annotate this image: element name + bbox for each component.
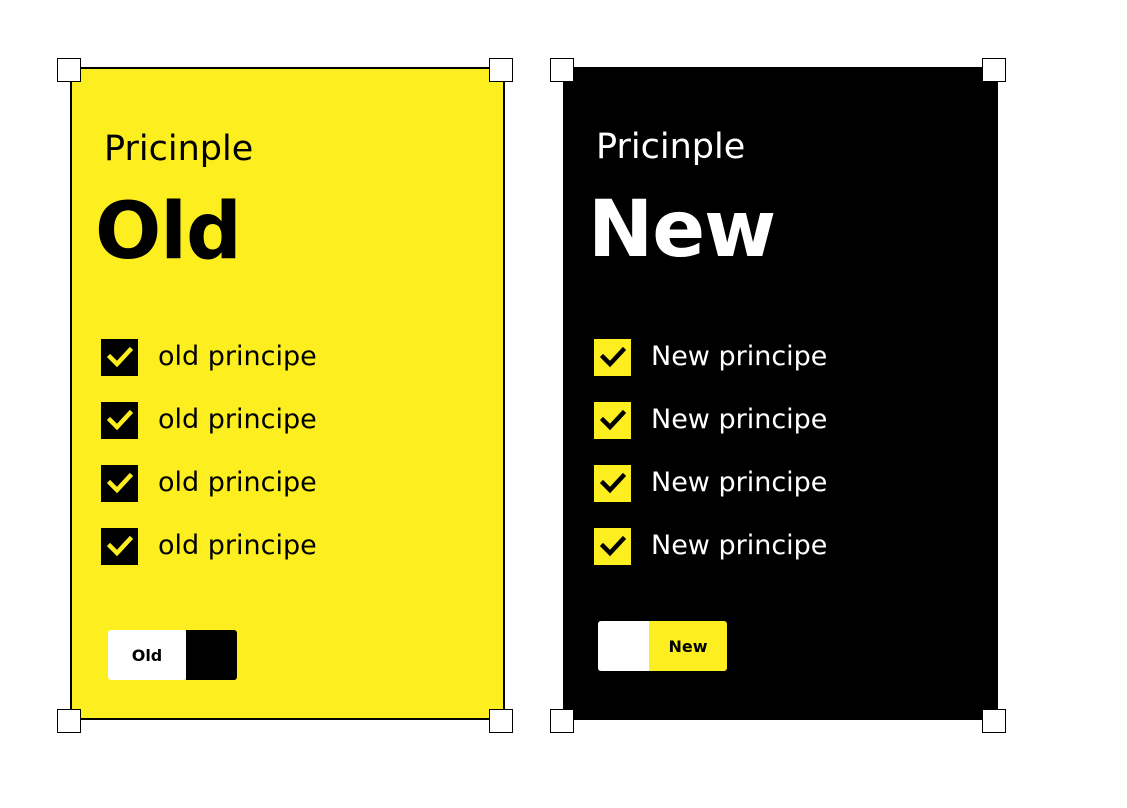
- list-item-text: old principe: [158, 530, 317, 561]
- card-label: Pricinple: [104, 129, 254, 169]
- checkmark-icon: [599, 535, 626, 557]
- card-title: Old: [95, 187, 242, 277]
- checkmark-icon: [599, 346, 626, 368]
- list-item: old principe: [101, 463, 317, 503]
- checkmark-icon: [599, 472, 626, 494]
- resize-handle-bottom-right[interactable]: [982, 709, 1006, 733]
- checkbox[interactable]: [101, 401, 138, 439]
- list-item: New principe: [594, 337, 827, 377]
- list-item: old principe: [101, 337, 317, 377]
- canvas: Pricinple Old old principe old principe: [0, 0, 1127, 808]
- toggle-active-label: Old: [108, 630, 186, 680]
- checkmark-icon: [106, 472, 133, 494]
- list-item-text: old principe: [158, 341, 317, 372]
- list-item-text: New principe: [651, 530, 828, 561]
- checkmark-icon: [599, 409, 626, 431]
- list-item-text: New principe: [651, 404, 828, 435]
- list-item: old principe: [101, 400, 317, 440]
- toggle-active-label: New: [649, 621, 727, 671]
- resize-handle-top-left[interactable]: [550, 58, 574, 82]
- list-item-text: old principe: [158, 467, 317, 498]
- resize-handle-bottom-left[interactable]: [550, 709, 574, 733]
- checkmark-icon: [106, 535, 133, 557]
- toggle-knob: [186, 630, 237, 680]
- toggle-knob: [598, 621, 649, 671]
- card-title: New: [588, 185, 776, 275]
- list-item-text: New principe: [651, 341, 828, 372]
- checkbox[interactable]: [101, 464, 138, 502]
- card-label: Pricinple: [596, 127, 746, 167]
- resize-handle-top-right[interactable]: [982, 58, 1006, 82]
- checkbox[interactable]: [594, 338, 631, 376]
- resize-handle-bottom-right[interactable]: [489, 709, 513, 733]
- checkmark-icon: [106, 409, 133, 431]
- list-item: New principe: [594, 526, 827, 566]
- card-old[interactable]: Pricinple Old old principe old principe: [70, 67, 505, 720]
- checkbox[interactable]: [101, 338, 138, 376]
- list-item-text: New principe: [651, 467, 828, 498]
- list-item-text: old principe: [158, 404, 317, 435]
- list-item: New principe: [594, 463, 827, 503]
- checkbox[interactable]: [101, 527, 138, 565]
- resize-handle-top-left[interactable]: [57, 58, 81, 82]
- mode-toggle[interactable]: Old: [108, 630, 237, 680]
- resize-handle-top-right[interactable]: [489, 58, 513, 82]
- checkmark-icon: [106, 346, 133, 368]
- checkbox[interactable]: [594, 527, 631, 565]
- card-new[interactable]: Pricinple New New principe New principe: [563, 67, 998, 720]
- resize-handle-bottom-left[interactable]: [57, 709, 81, 733]
- checkbox[interactable]: [594, 464, 631, 502]
- mode-toggle[interactable]: New: [598, 621, 727, 671]
- checkbox[interactable]: [594, 401, 631, 439]
- list-item: old principe: [101, 526, 317, 566]
- list-item: New principe: [594, 400, 827, 440]
